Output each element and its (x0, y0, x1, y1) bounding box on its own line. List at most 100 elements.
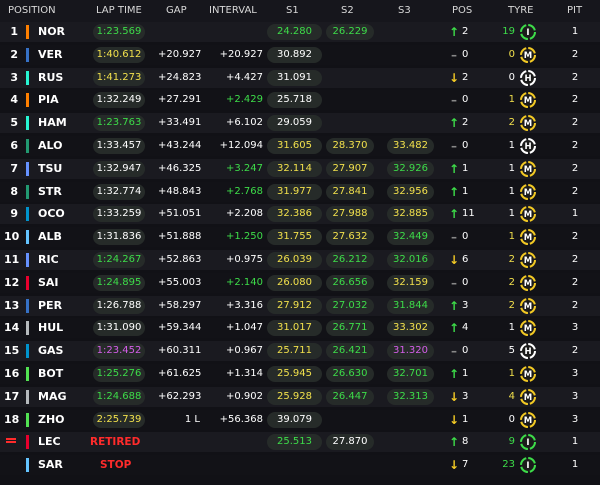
lap-time-pill: 2:25.739 (93, 411, 145, 428)
pit-count: 1 (571, 436, 579, 448)
col-s2: S2 (341, 5, 354, 16)
tyre-compound: M (524, 119, 532, 129)
team-color-bar (26, 230, 29, 245)
interval-value: +20.927 (219, 48, 263, 60)
sector1-time-pill: 31.755 (267, 229, 322, 246)
no-change-icon: – (451, 139, 457, 153)
driver-row[interactable]: 1 NOR 1:23.569 24.280 26.229 ↑ 2 19 I 1 (0, 22, 600, 42)
gap-value: +52.863 (158, 254, 202, 265)
gap-value: +58.297 (158, 299, 202, 311)
lap-time: 1:32.947 (96, 162, 142, 174)
pit-count: 1 (571, 459, 579, 471)
tyre-icon: I (520, 434, 536, 451)
driver-row[interactable]: 11 RIC 1:24.267 +52.863 +0.975 26.039 26.212 32… (0, 250, 600, 270)
tyre-laps: 1 (508, 185, 515, 197)
tyre-laps: 1 (508, 322, 515, 334)
team-color-bar (26, 207, 29, 222)
position-number: 10 (4, 230, 20, 244)
sector3-time: 33.302 (393, 322, 428, 334)
driver-code: GAS (38, 344, 64, 358)
driver-row[interactable]: 14 HUL 1:31.090 +59.344 +1.047 31.017 26.771 33… (0, 318, 600, 339)
position-number: 4 (10, 93, 18, 107)
gap-value: +27.291 (158, 94, 202, 106)
sector1-time: 31.017 (277, 322, 312, 334)
tyre-icon: M (520, 92, 536, 109)
tyre-icon: H (520, 343, 536, 360)
driver-row-out[interactable]: SAR STOP ↓ 7 23 I 1 (0, 455, 600, 476)
driver-row[interactable]: 7 TSU 1:32.947 +46.325 +3.247 32.114 27.907 32.… (0, 158, 600, 179)
position-number: 7 (10, 161, 18, 175)
col-tyre: TYRE (508, 5, 534, 16)
lap-time: 1:33.457 (96, 140, 142, 151)
sector3-time: 32.016 (393, 254, 428, 265)
gap-value: +33.491 (158, 117, 202, 129)
interval-value: +0.902 (225, 390, 263, 402)
driver-row[interactable]: 15 GAS 1:23.452 +60.311 +0.967 25.711 26.421 31… (0, 341, 600, 362)
sector2-time: 26.630 (332, 368, 368, 379)
interval-value: +6.102 (225, 117, 263, 129)
driver-row[interactable]: 8 STR 1:32.774 +48.843 +2.768 31.977 27.841 32.… (0, 181, 600, 202)
tyre-laps: 4 (508, 390, 515, 402)
position-change: 2 (462, 117, 469, 129)
sector2-time: 27.632 (332, 231, 368, 243)
team-color-bar (26, 253, 29, 267)
driver-row[interactable]: 13 PER 1:26.788 +58.297 +3.316 27.912 27.032 31… (0, 295, 600, 316)
col-lap-time: LAP TIME (96, 5, 142, 16)
tyre-compound: M (524, 325, 532, 335)
driver-row[interactable]: 2 VER 1:40.612 +20.927 +20.927 30.892–0 0 M 2 (0, 44, 600, 65)
driver-row[interactable]: 4 PIA 1:32.249 +27.291 +2.429 25.718 –0 1 M 2 (0, 90, 600, 111)
team-color-bar (26, 412, 29, 427)
driver-row[interactable]: 16 BOT 1:25.276 +61.625 +1.314 25.945 26.630 32… (0, 364, 600, 384)
driver-row-out[interactable]: LEC RETIRED 25.513 27.870 ↑ 8 9 I 1 (0, 432, 600, 453)
driver-row[interactable]: 17 MAG 1:24.688 +62.293 +0.902 25.928 26.447 32… (0, 386, 600, 407)
driver-row[interactable]: 3 RUS 1:41.273 +24.823 +4.427 31.091 ↓ 2 0 H 2 (0, 67, 600, 88)
sector1-time-pill: 29.059 (267, 115, 322, 132)
sector3-time: 32.701 (393, 368, 428, 379)
driver-code: RUS (38, 70, 64, 84)
pit-count: 3 (571, 368, 579, 379)
position-number: 11 (4, 253, 20, 266)
driver-row[interactable]: 10 ALB 1:31.836 +51.888 +1.250 31.755 27.632 32… (0, 227, 600, 248)
tyre-icon: M (520, 252, 536, 268)
driver-row[interactable]: 18 ZHO 2:25.739 1 L +56.368 39.079 ↓ 1 0 M 3 (0, 409, 600, 430)
pit-count: 2 (571, 162, 579, 174)
interval-value: +2.768 (225, 185, 263, 197)
position-number: 14 (4, 321, 20, 335)
driver-row[interactable]: 5 HAM 1:23.763 +33.491 +6.102 29.059 ↑ 2 2 M 2 (0, 113, 600, 134)
sector2-time-pill: 27.988 (326, 206, 374, 223)
pit-count: 1 (571, 208, 579, 220)
lap-time: 1:40.612 (96, 48, 142, 60)
driver-row[interactable]: 6 ALO 1:33.457 +43.244 +12.094 31.605 28.370 33… (0, 136, 600, 156)
up-arrow-icon: ↑ (448, 367, 460, 381)
sector1-time: 32.114 (277, 162, 312, 174)
down-arrow-icon: ↓ (448, 412, 460, 427)
lap-time-pill: 1:31.836 (93, 229, 145, 246)
driver-row[interactable]: 12 SAI 1:24.895 +55.003 +2.140 26.080 26.656 32… (0, 272, 600, 293)
tyre-icon: M (520, 297, 536, 314)
tyre-laps: 0 (508, 71, 515, 83)
tyre-icon: M (520, 206, 536, 223)
driver-code: RIC (38, 253, 59, 266)
sector1-time-pill: 30.892 (267, 46, 322, 63)
sector2-time-pill: 26.421 (326, 343, 374, 360)
sector1-time: 25.945 (277, 368, 312, 379)
tyre-compound: I (526, 28, 529, 38)
tyre-icon: M (520, 388, 536, 405)
tyre-laps: 23 (502, 459, 515, 471)
tyre-icon: H (520, 69, 536, 86)
up-arrow-icon: ↑ (448, 298, 460, 313)
tyre-compound: M (524, 188, 532, 198)
position-change: 2 (462, 26, 469, 37)
position-change: 0 (462, 276, 469, 288)
tyre-compound: M (524, 211, 532, 221)
sector2-time-pill: 26.771 (326, 320, 374, 337)
up-arrow-icon: ↑ (448, 184, 460, 199)
status-label: STOP (100, 459, 132, 472)
driver-code: ZHO (38, 412, 65, 426)
sector2-time-pill: 26.656 (326, 274, 374, 291)
position-change: 0 (462, 48, 469, 60)
lap-time-pill: 1:26.788 (93, 297, 145, 314)
driver-row[interactable]: 9 OCO 1:33.259 +51.051 +2.208 32.386 27.988 32.… (0, 204, 600, 225)
no-change-icon: – (451, 230, 457, 245)
lap-time-pill: 1:23.763 (93, 115, 145, 132)
